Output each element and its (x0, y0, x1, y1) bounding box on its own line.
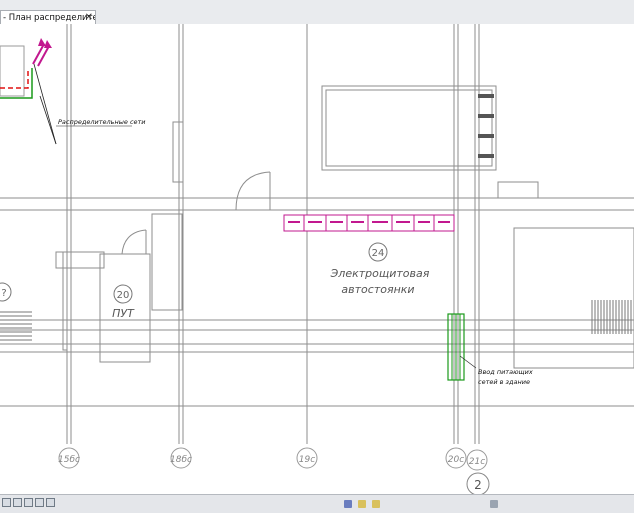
grid-axis-bubbles: 15бс 18бс 19с 20с 21с (58, 447, 488, 471)
vent-grille-right (591, 300, 632, 334)
room-tag-24: 24 Электрощитовая автостоянки (330, 242, 430, 296)
sun-path-icon[interactable] (35, 498, 44, 507)
svg-text:19с: 19с (299, 455, 315, 465)
svg-text:21с: 21с (469, 457, 485, 467)
grid-axis-15bs: 15бс (58, 447, 80, 469)
annotation-entry-line1: Ввод питающих (478, 368, 533, 376)
svg-text:15бс: 15бс (58, 455, 80, 465)
view-control-bar (0, 494, 634, 513)
shadows-icon[interactable] (46, 498, 55, 507)
room-name-line2: автостоянки (341, 283, 414, 296)
annotation-distribution-networks: Распределительные сети (58, 118, 146, 126)
wall-lines (0, 24, 634, 444)
grid-axis-18bs: 18бс (170, 447, 192, 469)
document-tab[interactable]: - План распределительн... ✕ (0, 10, 96, 24)
document-tab-title: - План распределительн... (3, 13, 95, 23)
worksets-icon[interactable] (344, 500, 352, 508)
annotation-entry-line2: сетей в здание (478, 378, 530, 386)
panel-label-mark (308, 221, 322, 223)
svg-text:20с: 20с (448, 455, 464, 465)
drawing-viewport[interactable]: 24 Электрощитовая автостоянки 20 ПУТ ? Р… (0, 24, 634, 494)
svg-text:2: 2 (474, 478, 482, 492)
close-icon[interactable]: ✕ (85, 11, 93, 24)
room-name: ПУТ (112, 307, 135, 320)
detail-level-icon[interactable] (13, 498, 22, 507)
distribution-equipment (0, 38, 57, 145)
section-marker: 2 (466, 472, 490, 494)
switchboard-panels (283, 214, 455, 232)
room-tag-20: 20 ПУТ (112, 284, 135, 320)
grid-axis-21s: 21с (466, 449, 488, 471)
panel-label-mark (418, 221, 430, 223)
floor-plan-canvas[interactable]: 24 Электрощитовая автостоянки 20 ПУТ ? Р… (0, 24, 634, 494)
design-options-icon[interactable] (358, 500, 366, 508)
visual-style-icon[interactable] (24, 498, 33, 507)
room-number: ? (1, 288, 6, 299)
panel-label-mark (288, 221, 300, 223)
room-number: 24 (372, 248, 385, 259)
room-tag-partial: ? (0, 282, 12, 302)
grid-axis-20s: 20с (445, 447, 467, 469)
room-number: 20 (117, 290, 130, 301)
feeder-entry (447, 313, 477, 381)
panel-label-mark (330, 221, 343, 223)
filter-icon[interactable] (490, 500, 498, 508)
panel-label-mark (438, 221, 450, 223)
panel-label-mark (351, 221, 364, 223)
view-scale-icon[interactable] (2, 498, 11, 507)
selection-filter-icon[interactable] (372, 500, 380, 508)
room-name: Электрощитовая (330, 267, 430, 280)
panel-label-mark (372, 221, 388, 223)
svg-text:18бс: 18бс (170, 455, 192, 465)
grid-axis-19s: 19с (296, 447, 318, 469)
vent-grille-left (0, 311, 32, 341)
panel-label-mark (396, 221, 410, 223)
document-tab-bar: - План распределительн... ✕ (0, 0, 634, 25)
